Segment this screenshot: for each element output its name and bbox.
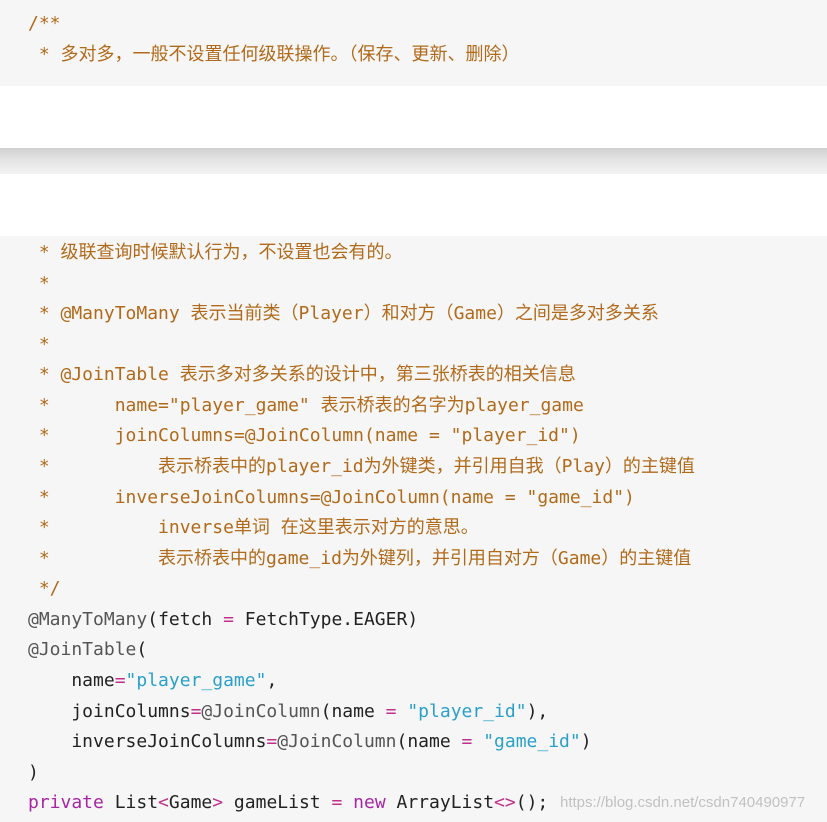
operator-token: < bbox=[158, 792, 169, 813]
watermark-text: https://blog.csdn.net/csdn740490977 bbox=[560, 794, 806, 811]
string-token: "player_id" bbox=[407, 701, 527, 722]
operator-token: = bbox=[266, 731, 278, 752]
operator-token: = bbox=[331, 792, 343, 813]
paren-token: ) bbox=[407, 609, 419, 630]
comment-line: */ bbox=[28, 578, 61, 599]
identifier-token: name bbox=[331, 701, 375, 722]
code-line: ) bbox=[28, 758, 39, 788]
comment-line: * inverse单词 在这里表示对方的意思。 bbox=[28, 517, 479, 538]
annotation-token: @JoinColumn bbox=[201, 701, 321, 722]
code-line: joinColumns=@JoinColumn(name = "player_i… bbox=[28, 697, 548, 727]
identifier-token: name bbox=[28, 670, 115, 691]
paren-token: ) bbox=[580, 731, 592, 752]
annotation-token: @ManyToMany bbox=[28, 609, 148, 630]
operator-token: = bbox=[374, 701, 408, 722]
comment-line: * inverseJoinColumns=@JoinColumn(name = … bbox=[28, 487, 635, 508]
comment-line: * bbox=[28, 273, 50, 294]
operator-token: = bbox=[114, 670, 126, 691]
operator-token: = bbox=[450, 731, 484, 752]
paren-token: ( bbox=[136, 639, 148, 660]
type-token: ArrayList bbox=[385, 792, 495, 813]
identifier-token: joinColumns bbox=[28, 701, 191, 722]
comment-line: * joinColumns=@JoinColumn(name = "player… bbox=[28, 425, 581, 446]
punctuation-token: , bbox=[266, 670, 278, 691]
code-line: private List<Game> gameList = new ArrayL… bbox=[28, 788, 548, 818]
comment-line: /** bbox=[28, 13, 61, 34]
operator-token: > bbox=[212, 792, 224, 813]
operator-token: = bbox=[212, 609, 245, 630]
annotation-token: @JoinColumn bbox=[277, 731, 397, 752]
comment-line: * 级联查询时候默认行为，不设置也会有的。 bbox=[28, 242, 403, 263]
comment-line: * 表示桥表中的game_id为外键列，并引用自对方（Game）的主键值 bbox=[28, 548, 692, 569]
string-token: "game_id" bbox=[483, 731, 581, 752]
code-line: @JoinTable( bbox=[28, 635, 147, 665]
comment-line: * @ManyToMany 表示当前类（Player）和对方（Game）之间是多… bbox=[28, 303, 659, 324]
comment-line: * 表示桥表中的player_id为外键类，并引用自我（Play）的主键值 bbox=[28, 456, 695, 477]
comment-line: * bbox=[28, 334, 50, 355]
paren-token: ) bbox=[28, 762, 39, 783]
operator-token: <> bbox=[494, 792, 516, 813]
paren-token: ( bbox=[320, 701, 332, 722]
identifier-token: name bbox=[407, 731, 451, 752]
annotation-token: @JoinTable bbox=[28, 639, 137, 660]
code-line: @ManyToMany(fetch = FetchType.EAGER) bbox=[28, 605, 418, 635]
operator-token: = bbox=[190, 701, 202, 722]
comment-line: * name="player_game" 表示桥表的名字为player_game bbox=[28, 395, 584, 416]
keyword-token: private bbox=[28, 792, 104, 813]
keyword-token: new bbox=[342, 792, 386, 813]
type-token: List bbox=[103, 792, 159, 813]
scroll-divider bbox=[0, 148, 827, 174]
punctuation-token: (); bbox=[515, 792, 549, 813]
string-token: "player_game" bbox=[125, 670, 267, 691]
identifier-token: FetchType.EAGER bbox=[244, 609, 408, 630]
code-line: name="player_game", bbox=[28, 666, 277, 696]
identifier-token: gameList bbox=[223, 792, 332, 813]
identifier-token: fetch bbox=[158, 609, 213, 630]
type-token: Game bbox=[168, 792, 213, 813]
page-gap bbox=[0, 86, 827, 148]
paren-token: ), bbox=[526, 701, 549, 722]
paren-token: ( bbox=[147, 609, 159, 630]
comment-line: * 多对多，一般不设置任何级联操作。（保存、更新、删除） bbox=[28, 44, 520, 65]
identifier-token: inverseJoinColumns bbox=[28, 731, 267, 752]
page-gap bbox=[0, 174, 827, 236]
code-line: inverseJoinColumns=@JoinColumn(name = "g… bbox=[28, 727, 592, 757]
paren-token: ( bbox=[396, 731, 408, 752]
comment-line: * @JoinTable 表示多对多关系的设计中，第三张桥表的相关信息 bbox=[28, 364, 576, 385]
